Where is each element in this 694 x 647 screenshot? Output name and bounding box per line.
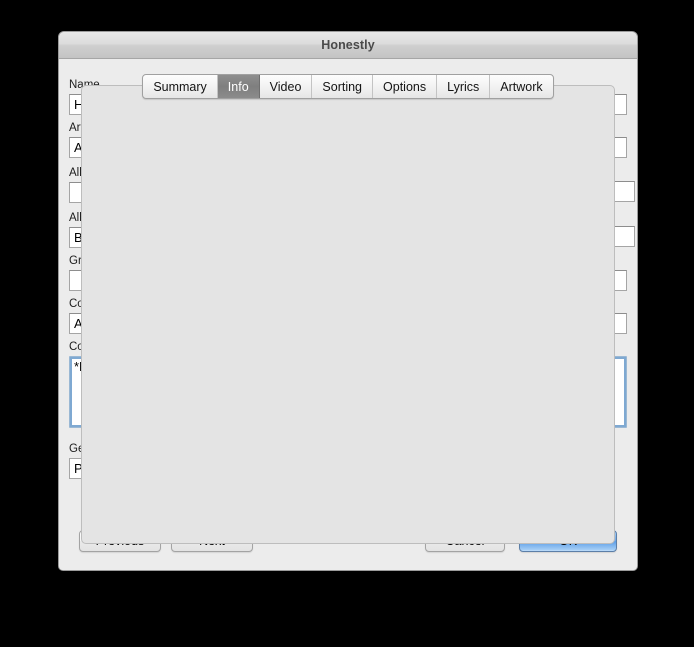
tab-strip: Summary Info Video Sorting Options Lyric… bbox=[142, 74, 554, 99]
tab-video[interactable]: Video bbox=[260, 75, 313, 98]
screen: Honestly Summary Info Video Sorting Opti… bbox=[0, 0, 694, 647]
tab-summary[interactable]: Summary bbox=[143, 75, 218, 98]
window-body: Summary Info Video Sorting Options Lyric… bbox=[59, 59, 637, 570]
window-title: Honestly bbox=[321, 38, 375, 52]
song-info-window: Honestly Summary Info Video Sorting Opti… bbox=[58, 31, 638, 571]
tab-sorting[interactable]: Sorting bbox=[312, 75, 374, 98]
window-titlebar[interactable]: Honestly bbox=[59, 32, 637, 59]
tab-lyrics[interactable]: Lyrics bbox=[437, 75, 491, 98]
tab-panel bbox=[81, 85, 615, 544]
tab-info[interactable]: Info bbox=[217, 75, 260, 98]
tab-artwork[interactable]: Artwork bbox=[490, 75, 552, 98]
tab-bar: Summary Info Video Sorting Options Lyric… bbox=[59, 74, 637, 99]
tab-options[interactable]: Options bbox=[373, 75, 438, 98]
